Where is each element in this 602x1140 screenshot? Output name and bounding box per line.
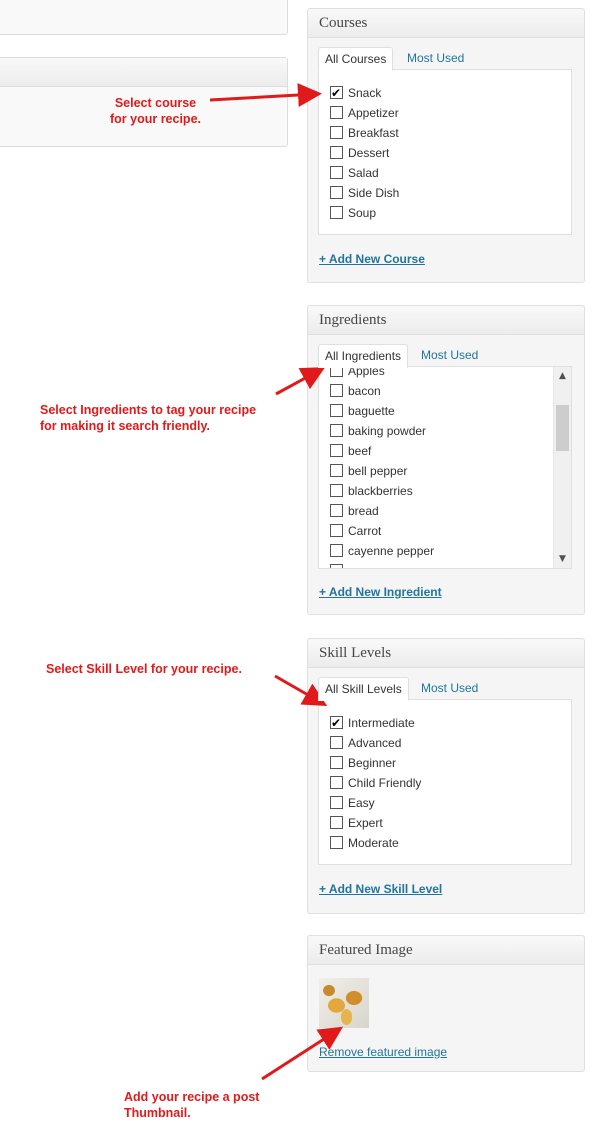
arrow-to-skill [274,674,328,706]
tab-all-skill-levels[interactable]: All Skill Levels [318,677,409,701]
annotation-arrows [209,83,344,1081]
arrow-to-courses [209,83,322,107]
arrow-to-thumbnail [261,1026,344,1081]
tab-all-ingredients[interactable]: All Ingredients [318,344,409,368]
tab-all-courses[interactable]: All Courses [318,47,394,71]
arrow-to-ingredients [275,367,326,396]
